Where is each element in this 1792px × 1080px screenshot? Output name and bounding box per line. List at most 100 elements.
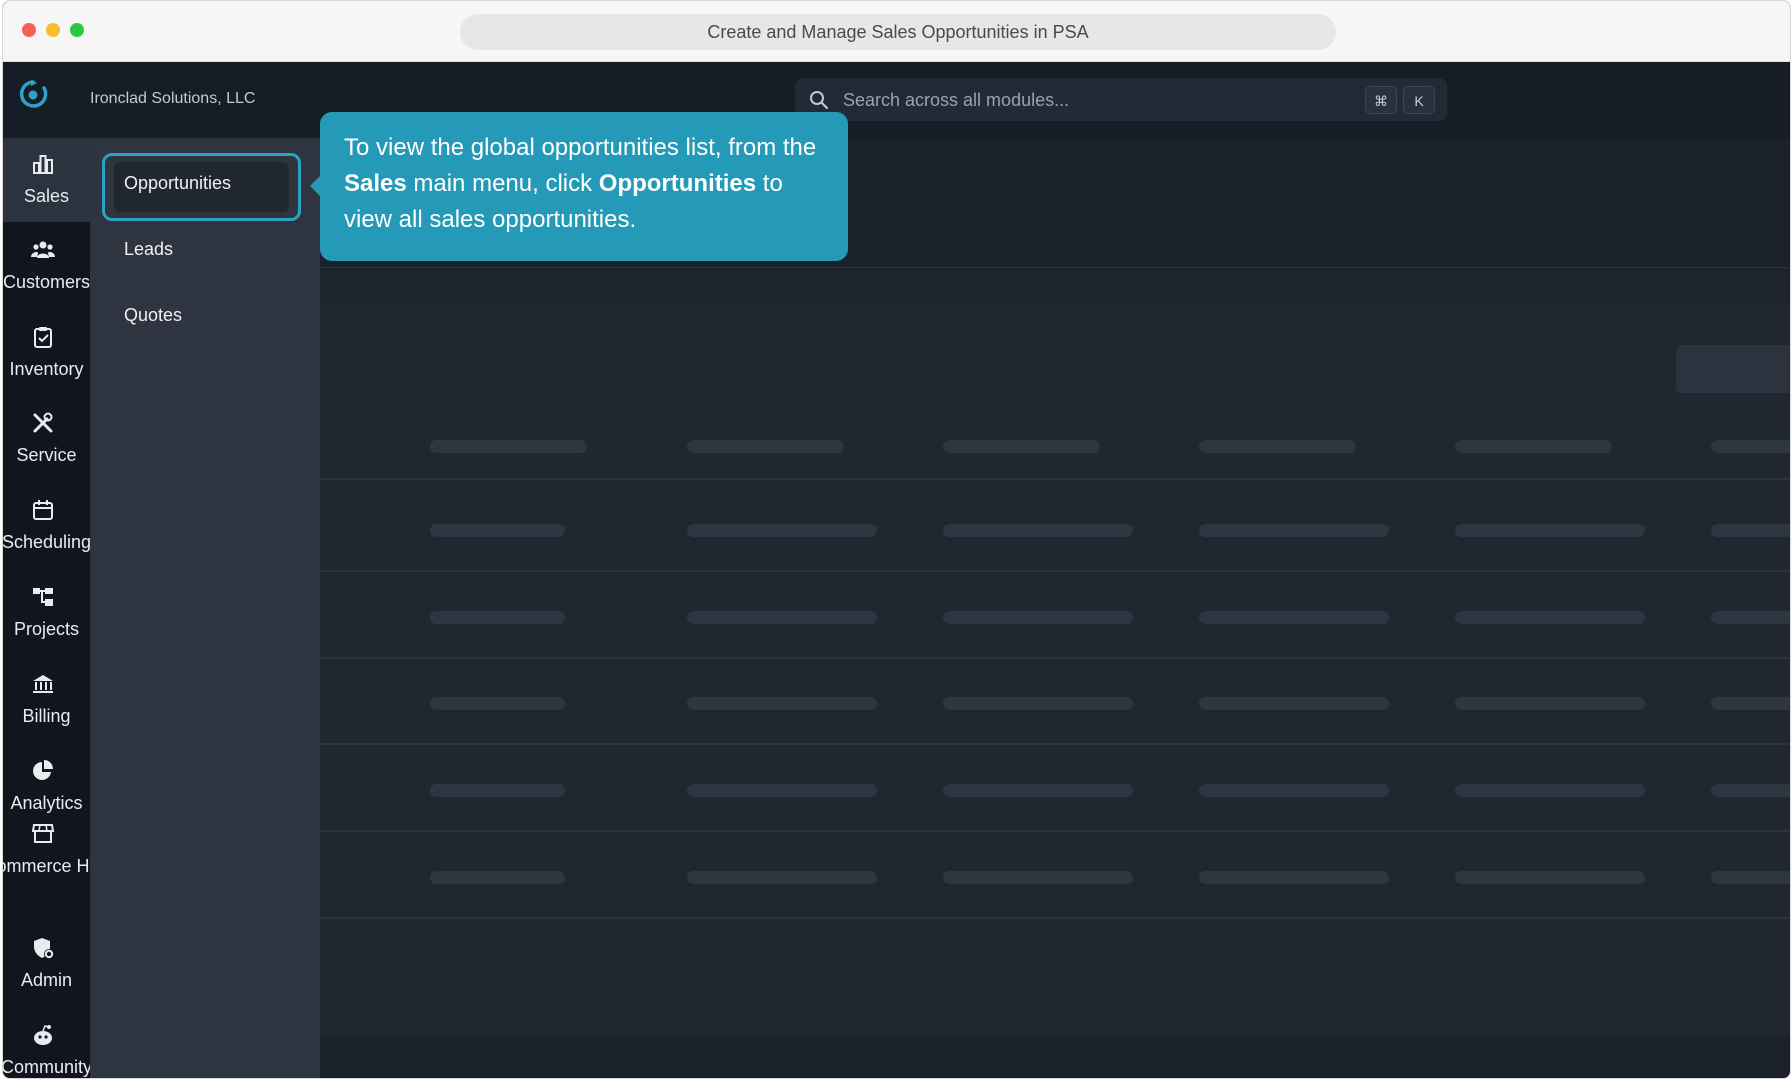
tooltip-text-1: To view the global opportunities list, f… bbox=[344, 134, 817, 161]
table-row-divider bbox=[320, 743, 1790, 745]
skeleton-bar bbox=[1711, 524, 1790, 537]
skeleton-bar bbox=[943, 871, 1133, 884]
action-button-placeholder bbox=[1676, 345, 1790, 393]
rail-label-admin: Admin bbox=[20, 970, 73, 990]
close-window-button[interactable] bbox=[22, 23, 36, 37]
tooltip-bold-sales: Sales bbox=[344, 170, 407, 197]
rail-item-commerce-hub[interactable]: Commerce Hub bbox=[3, 821, 90, 921]
rail-label-customers: Customers bbox=[3, 272, 90, 292]
skeleton-bar bbox=[1199, 784, 1389, 797]
skeleton-bar bbox=[430, 440, 587, 453]
window-title: Create and Manage Sales Opportunities in… bbox=[460, 14, 1336, 50]
submenu-item-leads[interactable]: Leads bbox=[124, 239, 173, 260]
clipboard-check-icon bbox=[34, 327, 52, 348]
skeleton-bar bbox=[430, 784, 565, 797]
rail-item-scheduling[interactable]: Scheduling bbox=[3, 484, 90, 568]
skeleton-bar bbox=[430, 611, 565, 624]
rail-label-billing: Billing bbox=[22, 706, 71, 726]
tooltip-text-2: main menu, click bbox=[406, 170, 599, 197]
skeleton-bar bbox=[687, 611, 877, 624]
rail-item-analytics[interactable]: Analytics bbox=[3, 745, 90, 829]
skeleton-bar bbox=[1455, 440, 1612, 453]
rail-label-service: Service bbox=[16, 445, 77, 465]
skeleton-bar bbox=[687, 697, 877, 710]
rail-item-customers[interactable]: Customers bbox=[3, 224, 90, 308]
skeleton-bar bbox=[1455, 784, 1645, 797]
minimize-window-button[interactable] bbox=[46, 23, 60, 37]
skeleton-bar bbox=[1199, 611, 1389, 624]
sales-submenu: Opportunities Leads Quotes bbox=[90, 138, 320, 1078]
skeleton-bar bbox=[1455, 524, 1645, 537]
skeleton-bar bbox=[1711, 697, 1790, 710]
shortcut-key-k: K bbox=[1403, 86, 1435, 114]
rail-label-community: Community bbox=[3, 1057, 90, 1077]
skeleton-bar bbox=[943, 611, 1133, 624]
shield-gear-icon bbox=[34, 938, 54, 959]
users-icon bbox=[31, 241, 55, 258]
skeleton-bar bbox=[430, 871, 565, 884]
rail-label-projects: Projects bbox=[13, 619, 80, 639]
global-search[interactable]: Search across all modules... ⌘ K bbox=[795, 78, 1447, 121]
skeleton-bar bbox=[1199, 697, 1389, 710]
rail-label-sales: Sales bbox=[23, 186, 70, 206]
search-input[interactable]: Search across all modules... bbox=[843, 90, 1069, 111]
bank-icon bbox=[33, 675, 53, 693]
table-row-divider bbox=[320, 478, 1790, 480]
rail-item-community[interactable]: Community bbox=[3, 1009, 90, 1078]
shortcut-key-command: ⌘ bbox=[1365, 86, 1397, 114]
skeleton-bar bbox=[1455, 611, 1645, 624]
skeleton-bar bbox=[943, 697, 1133, 710]
skeleton-bar bbox=[943, 440, 1100, 453]
skeleton-bar bbox=[1199, 440, 1356, 453]
rail-item-service[interactable]: Service bbox=[3, 397, 90, 481]
content-area bbox=[320, 138, 1790, 1078]
rail-label-scheduling: Scheduling bbox=[3, 532, 90, 552]
skeleton-bar bbox=[687, 440, 844, 453]
skeleton-bar bbox=[1711, 611, 1790, 624]
skeleton-bar bbox=[1199, 524, 1389, 537]
skeleton-bar bbox=[430, 697, 565, 710]
organization-name[interactable]: Ironclad Solutions, LLC bbox=[90, 90, 255, 108]
table-row-divider bbox=[320, 830, 1790, 832]
skeleton-bar bbox=[687, 871, 877, 884]
title-bar: Create and Manage Sales Opportunities in… bbox=[3, 1, 1790, 62]
rail-label-inventory: Inventory bbox=[9, 359, 84, 379]
table-row-divider bbox=[320, 917, 1790, 919]
skeleton-bar bbox=[687, 784, 877, 797]
rail-label-analytics: Analytics bbox=[10, 793, 83, 813]
storefront-icon bbox=[31, 824, 55, 843]
table-row-divider bbox=[320, 657, 1790, 659]
guide-tooltip: To view the global opportunities list, f… bbox=[320, 112, 848, 261]
submenu-item-quotes[interactable]: Quotes bbox=[124, 305, 182, 326]
skeleton-bar bbox=[1711, 440, 1790, 453]
content-toolbar-placeholder bbox=[320, 267, 1790, 304]
table-placeholder bbox=[320, 303, 1790, 1037]
pie-chart-icon bbox=[33, 760, 53, 780]
main-nav-rail: Sales Customers Inventory Service Schedu… bbox=[3, 138, 90, 1078]
skeleton-bar bbox=[1199, 871, 1389, 884]
rail-item-projects[interactable]: Projects bbox=[3, 571, 90, 655]
rail-label-commerce-hub: Commerce Hub bbox=[3, 856, 90, 876]
skeleton-bar bbox=[687, 524, 877, 537]
rail-item-sales[interactable]: Sales bbox=[3, 138, 90, 222]
community-icon bbox=[34, 1025, 52, 1045]
tools-icon bbox=[33, 412, 53, 433]
table-row-divider bbox=[320, 570, 1790, 572]
skeleton-bar bbox=[1455, 697, 1645, 710]
browser-window: Create and Manage Sales Opportunities in… bbox=[2, 0, 1791, 1079]
rail-item-admin[interactable]: Admin bbox=[3, 922, 90, 1006]
app-logo-icon[interactable] bbox=[17, 78, 49, 110]
skeleton-bar bbox=[430, 524, 565, 537]
skeleton-bar bbox=[943, 784, 1133, 797]
tooltip-bold-opportunities: Opportunities bbox=[598, 170, 757, 197]
rail-item-billing[interactable]: Billing bbox=[3, 658, 90, 742]
app-header: Ironclad Solutions, LLC Search across al… bbox=[3, 62, 1790, 138]
submenu-label-opportunities[interactable]: Opportunities bbox=[124, 173, 231, 194]
search-icon bbox=[810, 91, 829, 110]
maximize-window-button[interactable] bbox=[70, 23, 84, 37]
rail-item-inventory[interactable]: Inventory bbox=[3, 311, 90, 395]
chart-bar-icon bbox=[33, 155, 53, 174]
skeleton-bar bbox=[1455, 871, 1645, 884]
calendar-icon bbox=[33, 500, 53, 520]
skeleton-bar bbox=[1711, 784, 1790, 797]
